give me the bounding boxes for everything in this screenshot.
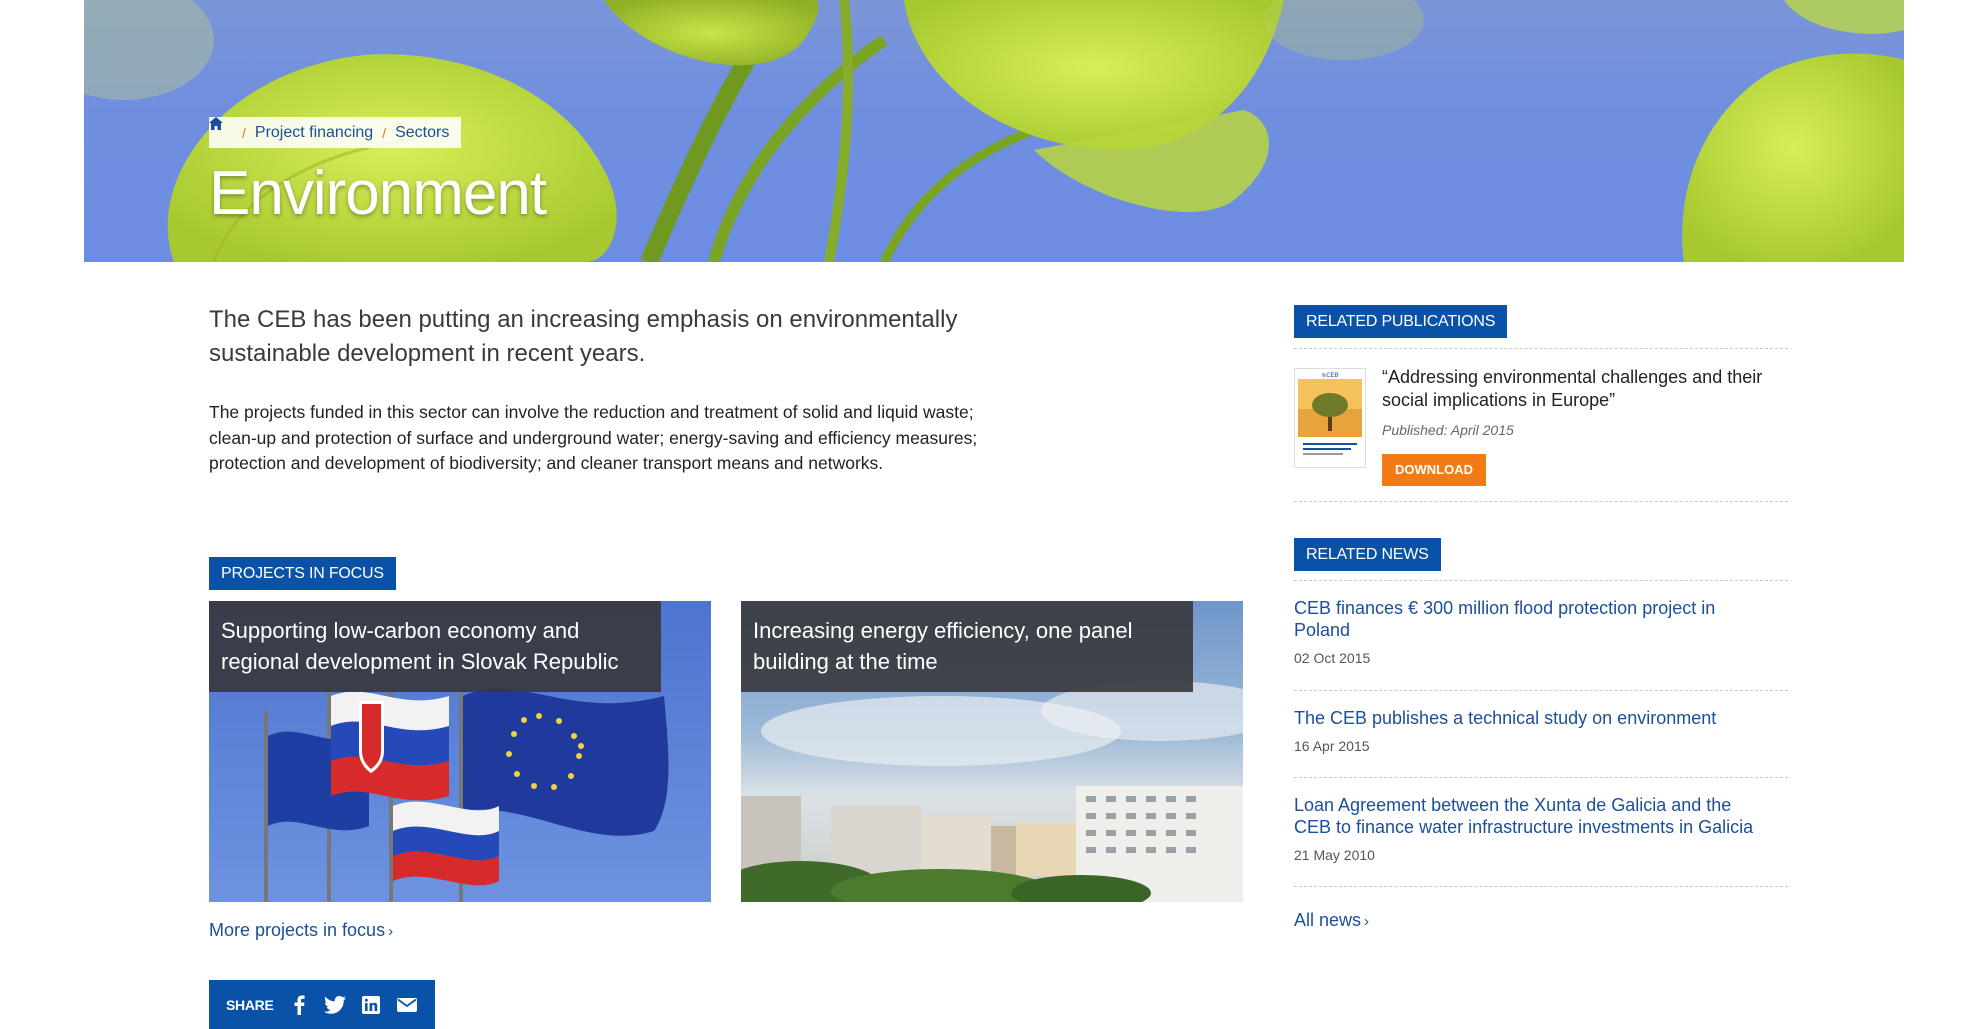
divider [1294,886,1788,887]
chevron-right-icon: › [1364,913,1370,930]
twitter-icon[interactable] [323,994,346,1016]
intro-body: The projects funded in this sector can i… [209,402,978,473]
news-item-title[interactable]: Loan Agreement between the Xunta de Gali… [1294,795,1753,837]
breadcrumb-item-project-financing[interactable]: Project financing [255,124,373,142]
news-item-date: 02 Oct 2015 [1294,650,1371,666]
hero-banner: / Project financing / Sectors Environmen… [84,0,1904,262]
linkedin-icon[interactable] [360,994,382,1016]
publication-title[interactable]: “Addressing environmental challenges and… [1382,366,1782,412]
project-card-energy[interactable]: Increasing energy efficiency, one panel … [741,601,1243,902]
divider [1294,777,1788,778]
breadcrumb-separator: / [382,124,387,141]
news-item-date: 16 Apr 2015 [1294,738,1370,754]
project-card-slovak[interactable]: Supporting low-carbon economy and region… [209,601,711,902]
all-news-label: All news [1294,910,1362,930]
intro-lead: The CEB has been putting an increasing e… [209,306,958,367]
breadcrumb-item-sectors[interactable]: Sectors [395,124,449,142]
project-card-caption: Increasing energy efficiency, one panel … [741,601,1193,692]
news-item: The CEB publishes a technical study on e… [1294,707,1764,754]
news-item-title[interactable]: The CEB publishes a technical study on e… [1294,708,1716,728]
project-card-caption: Supporting low-carbon economy and region… [209,601,661,692]
publication-date: Published: April 2015 [1382,422,1514,438]
facebook-icon[interactable] [288,994,310,1016]
svg-text:≋CEB: ≋CEB [1321,373,1338,379]
projects-in-focus-heading: PROJECTS IN FOCUS [209,557,396,590]
share-bar: SHARE [209,980,435,1029]
news-item-title[interactable]: CEB finances € 300 million flood protect… [1294,598,1715,640]
related-news-heading: RELATED NEWS [1294,538,1441,571]
news-item-date: 21 May 2010 [1294,847,1375,863]
download-button[interactable]: DOWNLOAD [1382,454,1486,486]
divider [1294,501,1788,502]
divider [1294,580,1788,581]
page-title: Environment [209,159,547,228]
more-projects-label: More projects in focus [209,920,386,940]
more-projects-link[interactable]: More projects in focus › [209,920,393,941]
news-item: Loan Agreement between the Xunta de Gali… [1294,794,1764,863]
email-icon[interactable] [396,994,418,1016]
divider [1294,348,1788,349]
news-item: CEB finances € 300 million flood protect… [1294,597,1764,666]
breadcrumb: / Project financing / Sectors [209,117,462,148]
publication-cover[interactable]: ≋CEB [1294,368,1366,468]
share-label: SHARE [226,997,274,1013]
breadcrumb-separator: / [242,124,246,141]
chevron-right-icon: › [388,923,394,940]
related-publications-heading: RELATED PUBLICATIONS [1294,305,1508,338]
divider [1294,690,1788,691]
home-icon[interactable] [209,117,233,139]
all-news-link[interactable]: All news › [1294,910,1369,931]
